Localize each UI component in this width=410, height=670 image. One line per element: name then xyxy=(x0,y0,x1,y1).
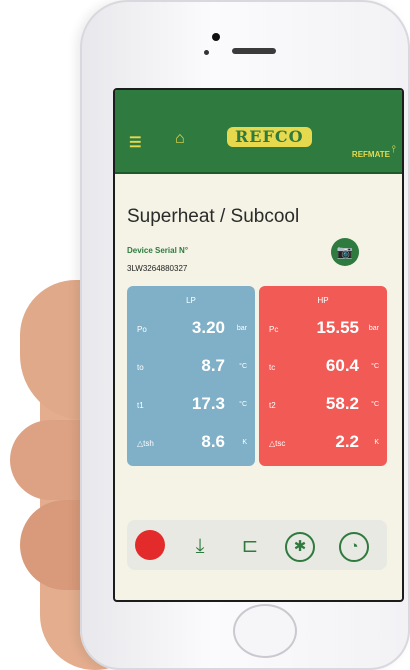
lp-unit: bar xyxy=(236,325,247,332)
lp-symbol: Po xyxy=(137,325,147,334)
hp-row: △tsc 2.2 K xyxy=(259,430,387,454)
home-button[interactable] xyxy=(233,604,297,658)
fan-button[interactable]: ✱ xyxy=(285,532,315,562)
lp-unit: °C xyxy=(239,401,247,408)
lp-unit: °C xyxy=(239,363,247,370)
lp-symbol: △tsh xyxy=(137,439,154,448)
lp-panel: LP Po 3.20 bar to 8.7 °C t1 17.3 °C △tsh… xyxy=(127,286,255,466)
hp-unit: bar xyxy=(368,325,379,332)
download-icon: ⤓ xyxy=(195,535,205,557)
hp-title: HP xyxy=(317,296,329,305)
hp-panel: HP Pc 15.55 bar tc 60.4 °C t2 58.2 °C △t… xyxy=(259,286,387,466)
hp-value: 60.4 xyxy=(325,356,359,375)
screen-content: Superheat / Subcool Device Serial N° 3LW… xyxy=(113,88,400,598)
download-button[interactable]: ⤓ xyxy=(185,532,215,560)
hp-symbol: tc xyxy=(269,363,276,372)
hp-row: tc 60.4 °C xyxy=(259,354,387,378)
lp-value: 8.7 xyxy=(201,356,225,375)
lp-row: t1 17.3 °C xyxy=(127,392,255,416)
gauge-button[interactable]: ◔ xyxy=(339,532,369,562)
probe-icon: ⊏ xyxy=(241,535,259,557)
hp-symbol: Pc xyxy=(269,325,279,334)
hp-unit: °C xyxy=(371,401,379,408)
earpiece-speaker xyxy=(232,48,276,54)
hp-symbol: △tsc xyxy=(269,439,286,448)
lp-row: to 8.7 °C xyxy=(127,354,255,378)
lp-unit: K xyxy=(242,439,247,446)
lp-value: 3.20 xyxy=(191,318,225,337)
hp-value: 2.2 xyxy=(335,432,359,451)
lp-symbol: to xyxy=(137,363,144,372)
bottom-toolbar: ⤓ ⊏ ✱ ◔ xyxy=(127,520,387,570)
lp-value: 8.6 xyxy=(201,432,225,451)
lp-symbol: t1 xyxy=(137,401,144,410)
hp-row: t2 58.2 °C xyxy=(259,392,387,416)
page-title: Superheat / Subcool xyxy=(127,206,300,227)
serial-value: 3LW3264880327 xyxy=(127,264,188,273)
hp-value: 58.2 xyxy=(325,394,359,413)
gauge-icon: ◔ xyxy=(349,538,359,555)
serial-label: Device Serial N° xyxy=(127,246,189,255)
camera-button[interactable]: 📷 xyxy=(331,238,359,266)
hp-row: Pc 15.55 bar xyxy=(259,316,387,340)
hp-symbol: t2 xyxy=(269,401,276,410)
probe-button[interactable]: ⊏ xyxy=(235,532,265,560)
hp-unit: K xyxy=(374,439,379,446)
lp-row: △tsh 8.6 K xyxy=(127,430,255,454)
lp-title: LP xyxy=(186,296,196,305)
hp-value: 15.55 xyxy=(316,318,359,337)
fan-icon: ✱ xyxy=(293,538,307,555)
lp-value: 17.3 xyxy=(191,394,225,413)
hp-unit: °C xyxy=(371,363,379,370)
front-camera xyxy=(212,33,220,41)
lp-row: Po 3.20 bar xyxy=(127,316,255,340)
sensor-dot xyxy=(204,50,209,55)
record-button[interactable] xyxy=(135,530,165,560)
camera-icon: 📷 xyxy=(336,244,354,259)
